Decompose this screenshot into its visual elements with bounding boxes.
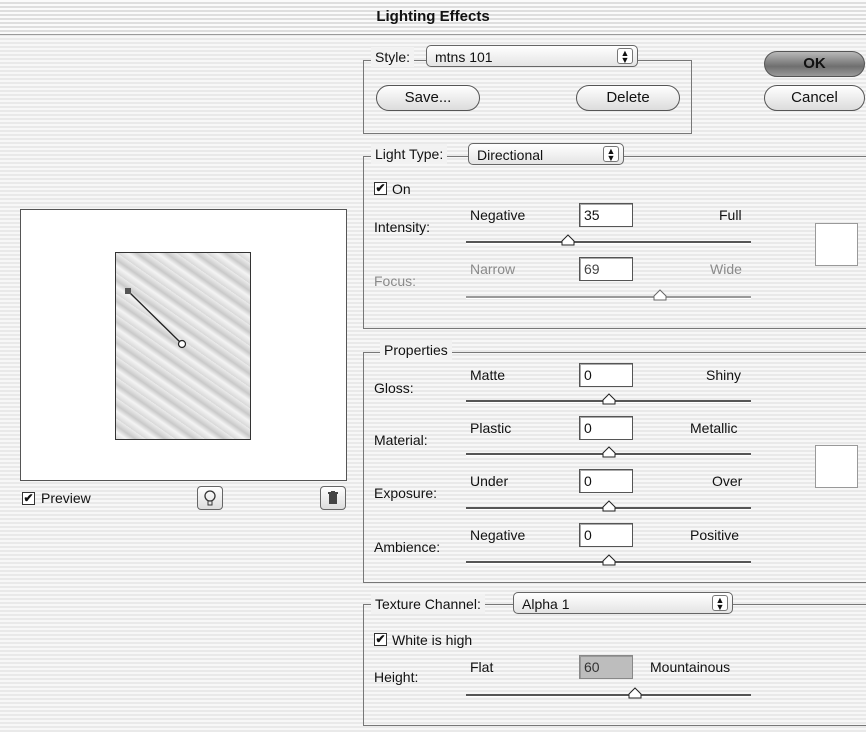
white-is-high-checkbox[interactable]: ✔: [374, 633, 387, 646]
ambience-min-label: Negative: [470, 527, 526, 543]
height-value-field[interactable]: 60: [579, 655, 633, 679]
preview-checkbox[interactable]: ✔: [22, 492, 35, 505]
preview-panel: [20, 209, 347, 481]
exposure-value-field[interactable]: 0: [579, 469, 633, 493]
updown-arrows-icon: ▲ ▼: [603, 146, 619, 163]
ambience-label: Ambience:: [374, 539, 441, 555]
height-slider-track[interactable]: [466, 694, 751, 697]
texture-channel-value: Alpha 1: [522, 596, 570, 612]
light-type-label: Light Type:: [371, 144, 448, 164]
light-on-checkbox[interactable]: ✔: [374, 182, 387, 195]
intensity-slider-track[interactable]: [466, 241, 751, 244]
delete-button[interactable]: Delete: [576, 85, 680, 111]
style-label: Style:: [371, 47, 415, 67]
exposure-label: Exposure:: [374, 485, 438, 501]
material-label: Material:: [374, 432, 428, 448]
updown-arrows-icon: ▲ ▼: [712, 595, 728, 612]
focus-min-label: Narrow: [470, 261, 516, 277]
exposure-max-label: Over: [712, 473, 743, 489]
delete-light-button[interactable]: [320, 486, 346, 510]
properties-title: Properties: [380, 340, 452, 360]
gloss-label: Gloss:: [374, 380, 414, 396]
new-light-button[interactable]: [197, 486, 223, 510]
texture-channel-label: Texture Channel:: [371, 594, 485, 614]
height-max-label: Mountainous: [650, 659, 731, 675]
trash-icon: [328, 491, 338, 504]
style-value: mtns 101: [435, 49, 493, 65]
intensity-max-label: Full: [719, 207, 742, 223]
light-direction-icon[interactable]: [116, 253, 250, 439]
intensity-value-field[interactable]: 35: [579, 203, 633, 227]
window-title: Lighting Effects: [0, 0, 866, 35]
ambience-max-label: Positive: [690, 527, 740, 543]
intensity-min-label: Negative: [470, 207, 526, 223]
cancel-button[interactable]: Cancel: [764, 85, 865, 111]
light-on-label: On: [392, 181, 411, 197]
updown-arrows-icon: ▲ ▼: [617, 48, 633, 65]
ok-button[interactable]: OK: [764, 51, 865, 77]
style-select[interactable]: mtns 101 ▲ ▼: [426, 45, 638, 67]
gloss-min-label: Matte: [470, 367, 506, 383]
light-type-value: Directional: [477, 147, 544, 163]
texture-channel-select[interactable]: Alpha 1 ▲ ▼: [513, 592, 733, 614]
gloss-value-field[interactable]: 0: [579, 363, 633, 387]
preview-label: Preview: [41, 490, 91, 506]
save-button[interactable]: Save...: [376, 85, 480, 111]
focus-slider-track[interactable]: [466, 296, 751, 299]
light-color-swatch[interactable]: [815, 223, 858, 266]
material-min-label: Plastic: [470, 420, 512, 436]
exposure-min-label: Under: [470, 473, 509, 489]
focus-label: Focus:: [374, 273, 417, 289]
height-label: Height:: [374, 669, 419, 685]
preview-image[interactable]: [115, 252, 251, 440]
light-type-select[interactable]: Directional ▲ ▼: [468, 143, 624, 165]
focus-max-label: Wide: [710, 261, 742, 277]
white-is-high-label: White is high: [392, 632, 473, 648]
ambience-value-field[interactable]: 0: [579, 523, 633, 547]
material-value-field[interactable]: 0: [579, 416, 633, 440]
focus-value-field[interactable]: 69: [579, 257, 633, 281]
ambient-color-swatch[interactable]: [815, 445, 858, 488]
height-min-label: Flat: [470, 659, 494, 675]
gloss-max-label: Shiny: [706, 367, 742, 383]
intensity-label: Intensity:: [374, 219, 431, 235]
material-max-label: Metallic: [690, 420, 738, 436]
lightbulb-icon: [204, 490, 216, 506]
